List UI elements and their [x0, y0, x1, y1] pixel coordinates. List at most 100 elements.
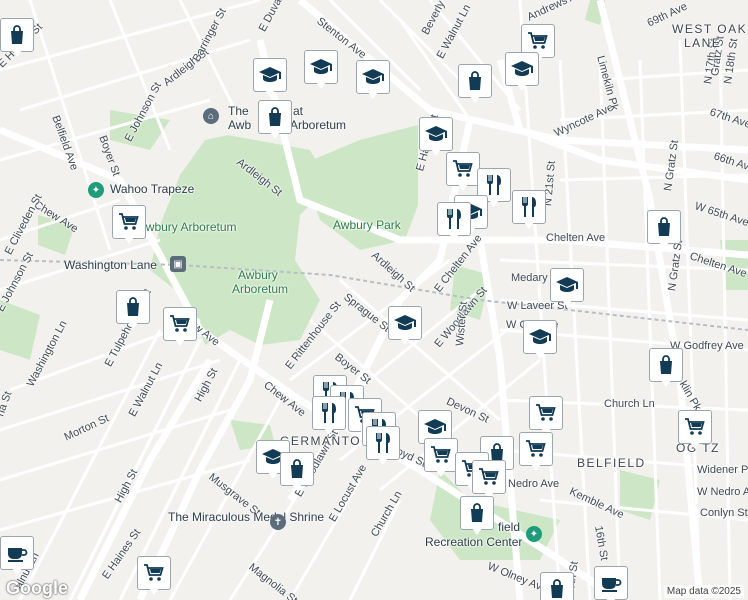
grocery-marker[interactable]: [678, 410, 712, 450]
shopping-bag-marker[interactable]: [116, 290, 150, 330]
cafe-icon: [0, 536, 34, 570]
grocery-marker[interactable]: [519, 432, 553, 472]
street-label-conlyn-st: Conlyn St: [700, 507, 748, 519]
restaurant-icon: [437, 202, 471, 236]
park-pin-icon[interactable]: ✦: [526, 526, 542, 542]
marker-pointer: [149, 588, 159, 595]
marker-pointer: [268, 472, 278, 479]
place-label-the[interactable]: The: [228, 104, 249, 118]
grocery-marker[interactable]: [446, 152, 480, 192]
marker-pointer: [368, 92, 378, 99]
restaurant-marker[interactable]: [512, 190, 546, 230]
place-label-washington-lane[interactable]: Washington Lane: [64, 258, 157, 272]
school-marker[interactable]: [419, 117, 453, 157]
recreation-pin-icon[interactable]: ✦: [88, 182, 104, 198]
marker-pointer: [12, 568, 22, 575]
marker-pointer: [489, 200, 499, 207]
neighborhood-label-west-oak: WEST OAK: [672, 22, 748, 36]
grocery-marker[interactable]: [112, 205, 146, 245]
school-icon: [388, 306, 422, 340]
shopping-bag-icon: [460, 496, 494, 530]
place-label-recreation-center[interactable]: Recreation Center: [425, 535, 522, 549]
grocery-icon: [529, 396, 563, 430]
restaurant-marker[interactable]: [437, 202, 471, 242]
grocery-icon: [678, 410, 712, 444]
place-label-arboretum[interactable]: Arboretum: [290, 118, 346, 132]
place-label-awbury-park[interactable]: Awbury Park: [333, 218, 401, 232]
shopping-bag-marker[interactable]: [649, 348, 683, 388]
school-marker[interactable]: [356, 60, 390, 100]
marker-pointer: [436, 470, 446, 477]
grocery-marker[interactable]: [163, 307, 197, 347]
shopping-bag-marker[interactable]: [540, 572, 574, 600]
school-marker[interactable]: [304, 50, 338, 90]
place-label-awbury-arboretum[interactable]: Awbury Arboretum: [138, 220, 237, 234]
restaurant-marker[interactable]: [366, 426, 400, 466]
shopping-bag-icon: [647, 210, 681, 244]
place-label-at[interactable]: at: [293, 104, 303, 118]
marker-pointer: [524, 222, 534, 229]
school-marker[interactable]: [523, 320, 557, 360]
school-marker[interactable]: [388, 306, 422, 346]
church-pin-icon[interactable]: ✝: [270, 514, 286, 530]
marker-pointer: [659, 242, 669, 249]
place-label-awbury-arboretum-line1[interactable]: Awbury: [238, 268, 278, 282]
school-marker[interactable]: [253, 58, 287, 98]
shopping-bag-marker[interactable]: [258, 100, 292, 140]
school-icon: [356, 60, 390, 94]
shopping-bag-icon: [280, 452, 314, 486]
restaurant-icon: [512, 190, 546, 224]
map-canvas[interactable]: Stenton Ave Ardleigh St Ardleigh St Ardl…: [0, 0, 748, 600]
street-label-chelten-ave: Chelten Ave: [546, 232, 606, 244]
place-label-miraculous-medal-shrine[interactable]: The Miraculous Medal Shrine: [168, 510, 324, 524]
place-label-wahoo-trapeze[interactable]: Wahoo Trapeze: [110, 182, 194, 196]
grocery-marker[interactable]: [424, 438, 458, 478]
grocery-icon: [112, 205, 146, 239]
marker-pointer: [175, 339, 185, 346]
street-label-widener-pl: Widener Pl: [697, 464, 748, 476]
school-icon: [505, 52, 539, 86]
shopping-bag-marker[interactable]: [280, 452, 314, 492]
place-label-field[interactable]: field: [498, 520, 520, 534]
shopping-bag-marker[interactable]: [0, 18, 34, 58]
grocery-marker[interactable]: [529, 396, 563, 436]
shopping-bag-marker[interactable]: [458, 64, 492, 104]
shopping-bag-marker[interactable]: [460, 496, 494, 536]
school-marker[interactable]: [550, 268, 584, 308]
shopping-bag-icon: [258, 100, 292, 134]
museum-pin-icon[interactable]: ⌂: [203, 108, 219, 124]
marker-pointer: [400, 338, 410, 345]
marker-pointer: [270, 132, 280, 139]
school-icon: [523, 320, 557, 354]
place-label-awb[interactable]: Awb: [228, 118, 251, 132]
train-station-icon[interactable]: ▣: [170, 256, 186, 272]
google-logo[interactable]: Google: [6, 578, 68, 599]
marker-pointer: [324, 428, 334, 435]
grocery-icon: [137, 556, 171, 590]
map-data-attribution[interactable]: Map data ©2025: [663, 585, 744, 598]
marker-pointer: [470, 96, 480, 103]
grocery-icon: [472, 460, 506, 494]
shopping-bag-icon: [649, 348, 683, 382]
marker-pointer: [531, 464, 541, 471]
neighborhood-label-lane: LANE: [684, 36, 722, 50]
marker-pointer: [124, 237, 134, 244]
grocery-icon: [519, 432, 553, 466]
restaurant-marker[interactable]: [312, 396, 346, 436]
marker-pointer: [535, 352, 545, 359]
cafe-marker[interactable]: [0, 536, 34, 576]
marker-pointer: [562, 300, 572, 307]
grocery-icon: [424, 438, 458, 472]
street-label-w-nedro-ave: W Nedro Ave: [697, 486, 748, 498]
marker-pointer: [458, 184, 468, 191]
shopping-bag-marker[interactable]: [647, 210, 681, 250]
school-marker[interactable]: [505, 52, 539, 92]
cafe-marker[interactable]: [594, 566, 628, 600]
marker-pointer: [378, 458, 388, 465]
place-label-awbury-arboretum-line2[interactable]: Arboretum: [232, 282, 288, 296]
grocery-icon: [163, 307, 197, 341]
street-label-church-ln: Church Ln: [604, 398, 655, 410]
marker-pointer: [690, 442, 700, 449]
grocery-marker[interactable]: [472, 460, 506, 500]
grocery-marker[interactable]: [137, 556, 171, 596]
